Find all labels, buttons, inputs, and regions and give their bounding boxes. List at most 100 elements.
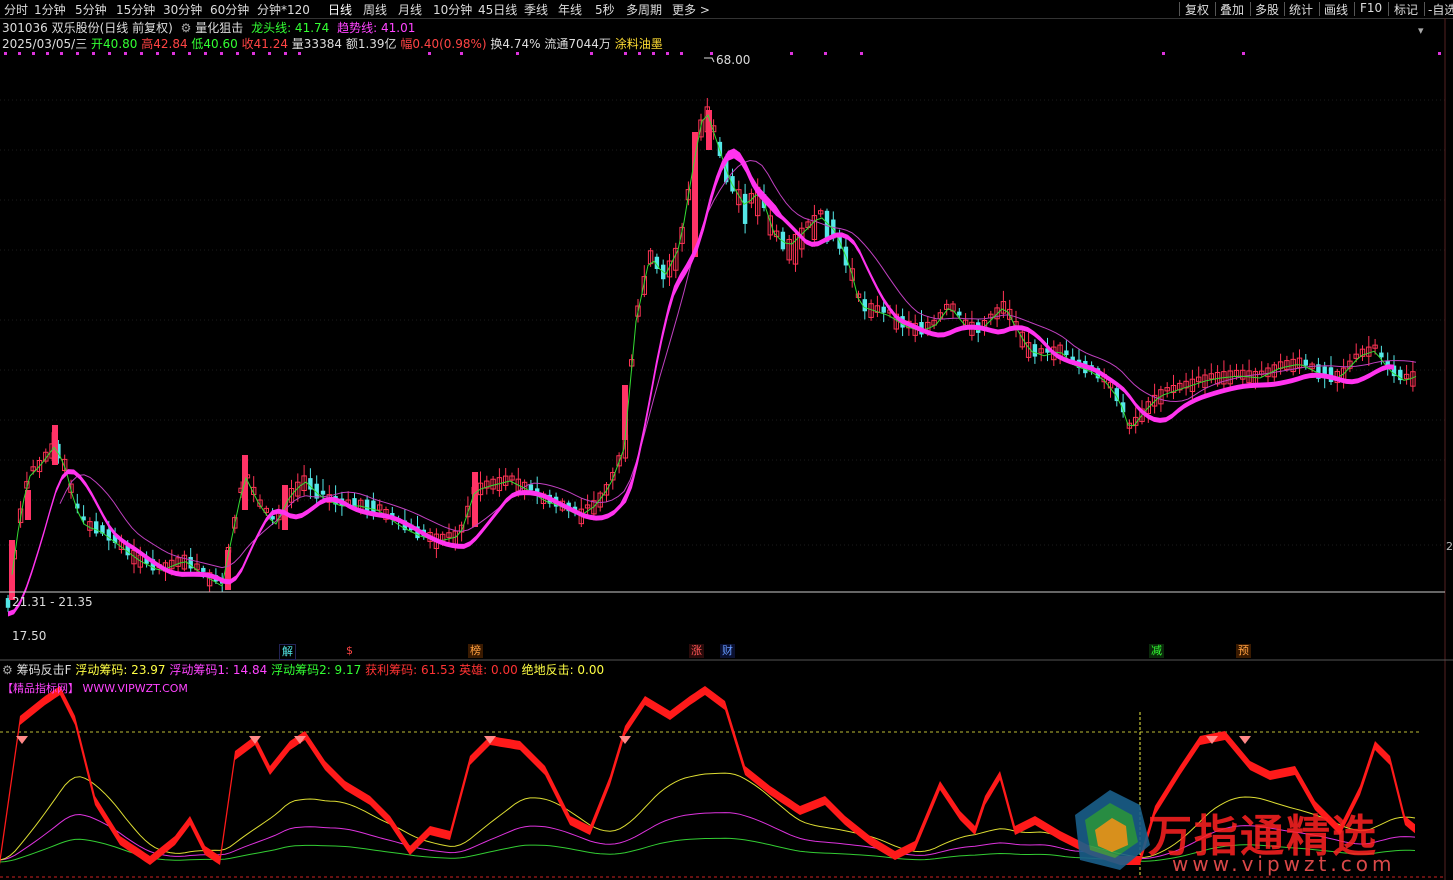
- low-value: 低40.60: [191, 37, 238, 51]
- signal-dot: [652, 52, 655, 55]
- signal-dot: [460, 52, 463, 55]
- signal-dot: [156, 52, 159, 55]
- signal-dot: [1438, 52, 1441, 55]
- event-tag-finance[interactable]: 财: [720, 644, 735, 658]
- signal-dot: [790, 52, 793, 55]
- stock-title: 301036 双乐股份(日线 前复权): [2, 21, 173, 35]
- signal-dot: [92, 52, 95, 55]
- signal-dot: [32, 52, 35, 55]
- signal-dot: [590, 52, 593, 55]
- candle-down: [1379, 352, 1384, 358]
- indicator-name: 量化狙击: [195, 21, 244, 35]
- float-chip2-value: 浮动筹码2: 9.17: [271, 663, 362, 677]
- candle-down: [742, 193, 748, 224]
- signal-dot: [284, 52, 287, 55]
- event-tag-reduce[interactable]: 减: [1149, 644, 1164, 658]
- counterattack-value: 绝地反击: 0.00: [521, 663, 605, 677]
- event-tag-rank[interactable]: 榜: [468, 644, 483, 658]
- settings-icon[interactable]: ⚙: [181, 21, 192, 35]
- signal-dot: [124, 52, 127, 55]
- candle-limit-up: [52, 425, 58, 465]
- signal-dot: [46, 52, 49, 55]
- signal-dot: [638, 52, 641, 55]
- profit-chip-value: 获利筹码: 61.53: [365, 663, 456, 677]
- open-value: 开40.80: [91, 37, 138, 51]
- volume-value: 量33384: [291, 37, 342, 51]
- sub-indicator-header: ⚙ 筹码反击F 浮动筹码: 23.97 浮动筹码1: 14.84 浮动筹码2: …: [2, 661, 604, 678]
- candle-limit-up: [472, 472, 478, 527]
- signal-dot: [220, 52, 223, 55]
- event-tag-rise[interactable]: 涨: [689, 644, 704, 658]
- candle-down: [1032, 344, 1038, 357]
- amount-value: 额1.39亿: [345, 37, 397, 51]
- signal-dot: [108, 52, 111, 55]
- candle-limit-up: [25, 490, 31, 520]
- high-value: 高42.84: [141, 37, 188, 51]
- signal-dot: [298, 52, 301, 55]
- candle-limit-up: [9, 540, 15, 600]
- trend-line-value: 趋势线: 41.01: [337, 21, 416, 35]
- candle-down: [201, 567, 206, 572]
- brand-label: 【精品指标网】: [2, 682, 79, 695]
- kline-chart[interactable]: [0, 0, 1453, 880]
- signal-dot: [680, 52, 683, 55]
- signal-dot: [824, 52, 827, 55]
- signal-dot: [268, 52, 271, 55]
- signal-dot: [428, 52, 431, 55]
- signal-dot: [1162, 52, 1165, 55]
- signal-dot: [18, 52, 21, 55]
- event-tag-forecast[interactable]: 预: [1236, 644, 1251, 658]
- signal-dot: [188, 52, 191, 55]
- candle-limit-up: [692, 132, 698, 257]
- candle-down: [730, 176, 735, 192]
- event-tag-unlock[interactable]: 解: [279, 644, 296, 660]
- float-chip-value: 浮动筹码: 23.97: [75, 663, 166, 677]
- change-value: 幅0.40(0.98%): [400, 37, 487, 51]
- candle-down: [364, 499, 370, 511]
- candle-down: [320, 490, 326, 495]
- event-tag-dollar[interactable]: $: [344, 644, 355, 658]
- ohlc-line: 2025/03/05/三 开40.80 高42.84 低40.60 收41.24…: [2, 35, 663, 52]
- stock-header: 301036 双乐股份(日线 前复权) ⚙ 量化狙击 龙头线: 41.74 趋势…: [2, 19, 415, 36]
- sub-indicator-name: 筹码反击F: [16, 663, 72, 677]
- signal-dot: [624, 52, 627, 55]
- turnover-value: 换4.74%: [490, 37, 541, 51]
- signal-dot: [666, 52, 669, 55]
- candle-down: [881, 306, 886, 313]
- dragon-line-value: 龙头线: 41.74: [251, 21, 330, 35]
- signal-dot: [252, 52, 255, 55]
- signal-dot: [140, 52, 143, 55]
- brand-line: 【精品指标网】 WWW.VIPWZT.COM: [2, 680, 188, 696]
- candle-down: [1064, 350, 1069, 356]
- signal-dot: [516, 52, 519, 55]
- watermark-url: www.vipwzt.com: [1172, 852, 1396, 876]
- float-chip1-value: 浮动筹码1: 14.84: [169, 663, 268, 677]
- sector-link[interactable]: 涂料油墨: [615, 37, 663, 51]
- candle-down: [1303, 359, 1308, 366]
- candle-down: [270, 516, 275, 520]
- hero-value: 英雄: 0.00: [459, 663, 518, 677]
- low-range-label: 21.31 - 21.35: [12, 595, 93, 609]
- candle-down: [957, 311, 962, 316]
- float-value: 流通7044万: [544, 37, 611, 51]
- signal-dot: [1242, 52, 1245, 55]
- signal-dot: [172, 52, 175, 55]
- signal-dot: [76, 52, 79, 55]
- signal-dot: [204, 52, 207, 55]
- signal-marker: [1239, 736, 1251, 744]
- axis-edge-label: 2: [1446, 540, 1453, 553]
- signal-dot: [710, 52, 713, 55]
- signal-dot: [236, 52, 239, 55]
- candle-down: [94, 521, 99, 534]
- brand-url[interactable]: WWW.VIPWZT.COM: [83, 682, 188, 695]
- candle-down: [528, 484, 534, 491]
- close-value: 收41.24: [241, 37, 288, 51]
- low-price-label: 17.50: [12, 629, 47, 643]
- signal-dot: [4, 52, 7, 55]
- high-price-label: 68.00: [716, 53, 751, 67]
- signal-dot: [860, 52, 863, 55]
- ma-line: [59, 159, 1417, 569]
- sub-settings-icon[interactable]: ⚙: [2, 663, 13, 677]
- signal-dot: [60, 52, 63, 55]
- dropdown-icon[interactable]: ▾: [1418, 24, 1424, 37]
